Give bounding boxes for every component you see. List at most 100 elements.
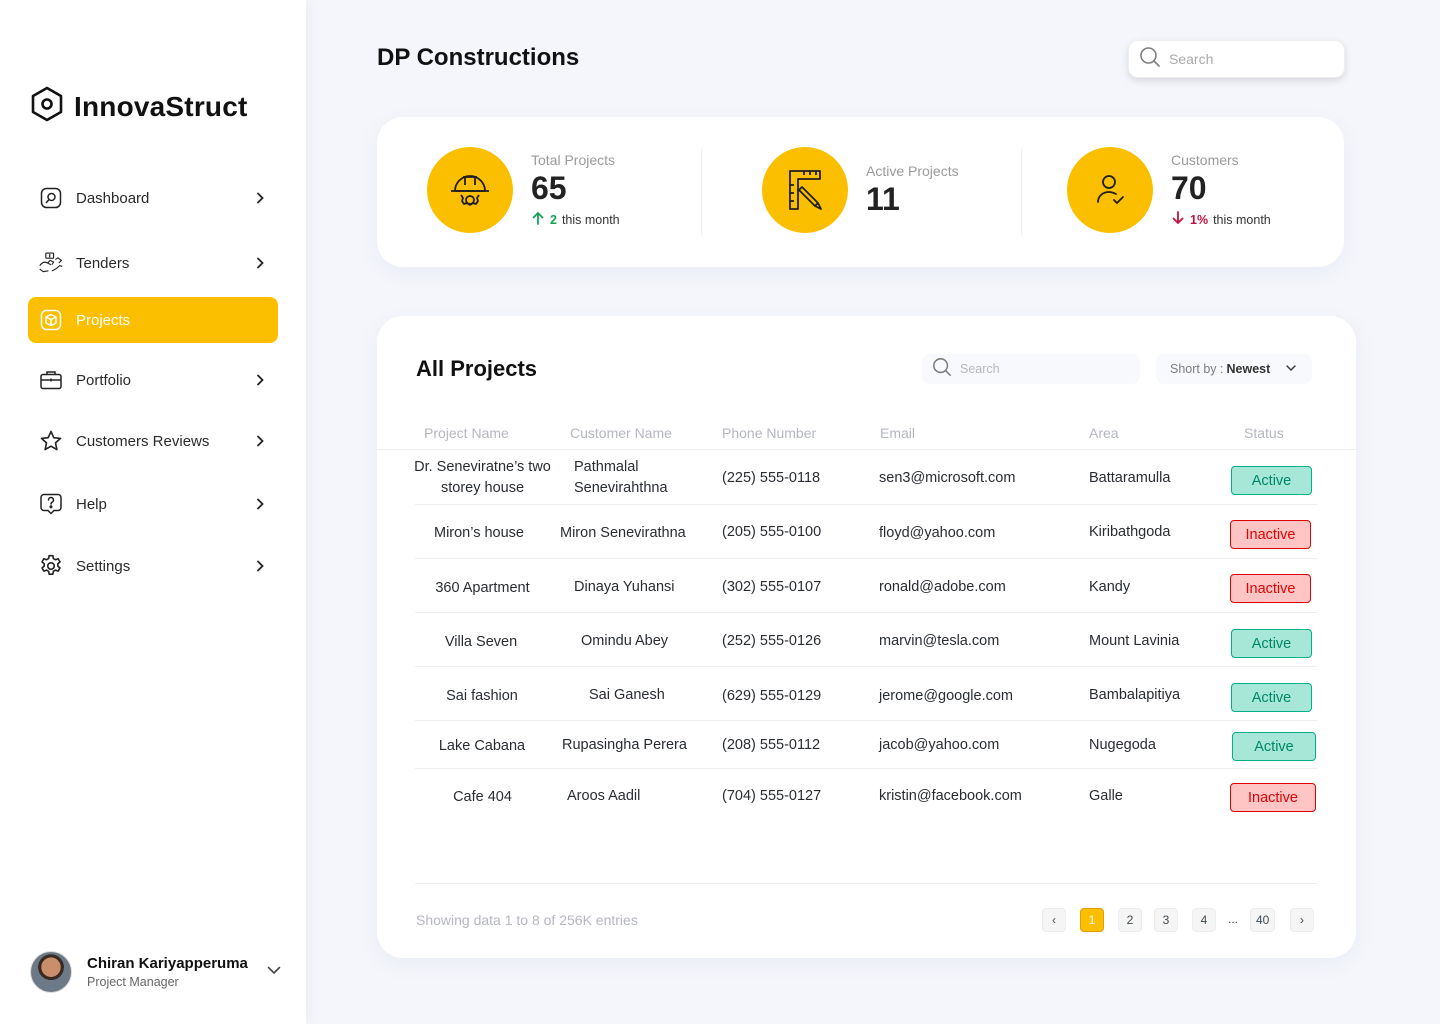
trend-value: 1% — [1190, 212, 1209, 227]
section-title: All Projects — [416, 356, 538, 381]
stat-label: Active Projects — [866, 162, 959, 179]
stat-active-projects: Active Projects 11 — [762, 147, 959, 233]
status-badge: Inactive — [1230, 783, 1316, 812]
trend-value: 2 — [550, 212, 557, 227]
column-header-project-name[interactable]: Project Name — [424, 425, 509, 441]
cell-customer-name: Sai Ganesh — [589, 687, 665, 703]
stat-label: Customers — [1171, 152, 1239, 168]
pagination-page-1[interactable]: 1 — [1080, 908, 1104, 932]
cell-project-name: Lake Cabana — [438, 738, 526, 754]
chevron-down-icon[interactable] — [266, 962, 282, 983]
divider — [415, 720, 1317, 721]
sidebar-item-help[interactable]: Help — [28, 481, 278, 527]
cell-customer-name: Rupasingha Perera — [562, 737, 687, 753]
divider — [415, 666, 1317, 667]
column-header-phone-number[interactable]: Phone Number — [722, 425, 816, 441]
table-search-input[interactable] — [960, 362, 1130, 376]
sort-label: Short by : — [1170, 362, 1224, 376]
sidebar-item-customers-reviews[interactable]: Customers Reviews — [28, 418, 278, 464]
pagination-prev-button[interactable]: ‹ — [1042, 908, 1066, 932]
cell-email: jerome@google.com — [879, 688, 1014, 704]
cell-email: marvin@tesla.com — [879, 633, 1000, 649]
cell-email: floyd@yahoo.com — [879, 525, 996, 541]
page-title: DP Constructions — [377, 44, 580, 71]
stat-label: Total Projects — [531, 152, 616, 168]
column-header-customer-name[interactable]: Customer Name — [570, 425, 672, 441]
divider — [377, 449, 1356, 450]
arrow-up-icon — [531, 211, 545, 228]
stat-info: Total Projects 65 2 this month — [531, 152, 620, 228]
table-search[interactable] — [922, 354, 1140, 384]
sidebar-item-label: Tenders — [76, 254, 130, 272]
arrow-down-icon — [1171, 211, 1185, 228]
avatar — [30, 951, 72, 993]
cell-customer-name: Miron Senevirathna — [560, 525, 686, 541]
divider — [701, 149, 702, 235]
pagination-page-2[interactable]: 2 — [1118, 908, 1142, 932]
sidebar-item-portfolio[interactable]: Portfolio — [28, 357, 278, 403]
sidebar-item-dashboard[interactable]: Dashboard — [28, 175, 278, 221]
pagination-ellipsis: ... — [1228, 912, 1239, 926]
cell-area: Bambalapitiya — [1089, 687, 1181, 703]
cell-phone: (302) 555-0107 — [722, 579, 822, 595]
briefcase-icon — [38, 367, 64, 393]
sidebar-item-label: Customers Reviews — [76, 432, 210, 450]
chevron-right-icon — [250, 253, 270, 273]
cell-email: kristin@facebook.com — [879, 788, 1022, 804]
cell-phone: (208) 555-0112 — [722, 737, 821, 753]
chevron-right-icon — [250, 370, 270, 390]
column-header-status[interactable]: Status — [1244, 425, 1284, 441]
gear-icon — [38, 553, 64, 579]
dashboard-icon — [38, 185, 64, 211]
sort-dropdown[interactable]: Short by : Newest — [1156, 354, 1312, 384]
cell-phone: (225) 555-0118 — [722, 470, 821, 486]
status-badge: Inactive — [1230, 574, 1311, 603]
search-input[interactable] — [1169, 51, 1329, 67]
user-profile[interactable]: Chiran Kariyapperuma Project Manager — [30, 950, 282, 994]
cell-project-name: Cafe 404 — [453, 789, 512, 805]
cell-area: Mount Lavinia — [1089, 633, 1180, 649]
sidebar-item-tenders[interactable]: Tenders — [28, 240, 278, 286]
stat-info: Customers 70 1% this month — [1171, 152, 1271, 228]
sidebar-item-projects[interactable]: Projects — [28, 297, 278, 343]
divider — [1021, 149, 1022, 235]
cell-email: jacob@yahoo.com — [879, 737, 1000, 753]
profile-role: Project Manager — [87, 975, 179, 989]
cell-project-name: 360 Apartment — [435, 580, 530, 596]
sidebar-item-settings[interactable]: Settings — [28, 543, 278, 589]
pagination-page-4[interactable]: 4 — [1192, 908, 1216, 932]
cell-customer-name: Aroos Aadil — [567, 788, 641, 804]
cell-phone: (704) 555-0127 — [722, 788, 822, 804]
status-badge: Active — [1232, 732, 1316, 761]
column-header-area[interactable]: Area — [1089, 425, 1119, 441]
sidebar-item-label: Settings — [76, 557, 131, 575]
tenders-icon — [38, 250, 64, 276]
stat-info: Active Projects 11 — [866, 163, 959, 218]
search-icon — [932, 357, 952, 382]
divider — [415, 558, 1317, 559]
header-search[interactable] — [1128, 40, 1345, 78]
app-logo[interactable]: InnovaStruct — [30, 86, 248, 127]
stat-value: 65 — [531, 170, 567, 206]
cell-email: ronald@adobe.com — [879, 579, 1006, 595]
pagination-page-last[interactable]: 40 — [1250, 908, 1276, 932]
chevron-down-icon — [1284, 361, 1298, 378]
status-badge: Active — [1231, 683, 1312, 712]
column-header-email[interactable]: Email — [880, 425, 915, 441]
cell-area: Galle — [1089, 788, 1123, 804]
pagination-next-button[interactable]: › — [1290, 908, 1314, 932]
cell-customer-name: Dinaya Yuhansi — [574, 579, 675, 595]
cell-phone: (252) 555-0126 — [722, 633, 822, 649]
stats-card: Total Projects 65 2 this month Active Pr… — [377, 117, 1344, 267]
cell-customer-name: Omindu Abey — [581, 633, 669, 649]
cell-area: Battaramulla — [1089, 470, 1171, 486]
stat-trend: 1% this month — [1171, 211, 1271, 228]
pagination-page-3[interactable]: 3 — [1154, 908, 1178, 932]
stat-total-projects: Total Projects 65 2 this month — [427, 147, 620, 233]
cell-phone: (205) 555-0100 — [722, 524, 822, 540]
trend-text: this month — [561, 212, 620, 227]
divider — [415, 504, 1317, 505]
stat-value: 11 — [866, 180, 900, 217]
cell-area: Kiribathgoda — [1089, 524, 1171, 540]
chevron-right-icon — [250, 494, 270, 514]
